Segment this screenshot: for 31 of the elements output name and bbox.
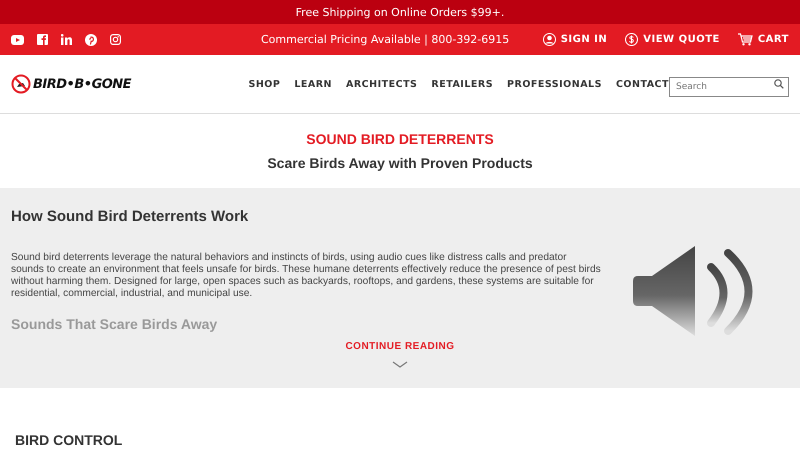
sign-in-link[interactable]: SIGN IN bbox=[542, 33, 608, 46]
view-quote-link[interactable]: VIEW QUOTE bbox=[625, 33, 720, 46]
page-subtitle: Scare Birds Away with Proven Products bbox=[267, 155, 533, 171]
promo-text: Free Shipping on Online Orders $99+. bbox=[296, 6, 504, 18]
user-icon[interactable] bbox=[542, 33, 556, 46]
nav-link[interactable]: CONTACT bbox=[616, 78, 669, 90]
linkedin-icon[interactable] bbox=[61, 34, 72, 45]
search-icon[interactable] bbox=[774, 79, 784, 89]
article-paragraph: Sound bird deterrents leverage the natural behaviors and instincts of birds, using audio cues like distress calls and predator sounds to create an environment that feels unsafe for birds. These humane deterrents effectively reduce the presence of pest birds without harming them. Designed for large, open spaces such as backyards, rooftops, and gardens, these systems are suitable for residential, commercial, industrial, and municipal use. bbox=[11, 252, 601, 300]
nav-link[interactable]: RETAILERS bbox=[431, 78, 494, 90]
cart-icon[interactable] bbox=[738, 33, 753, 46]
video-play-icon[interactable] bbox=[11, 34, 24, 44]
article-heading: How Sound Bird Deterrents Work bbox=[11, 208, 250, 225]
pinterest-icon[interactable] bbox=[85, 34, 97, 46]
dollar-icon[interactable] bbox=[625, 33, 638, 46]
chevron-down-icon[interactable] bbox=[392, 361, 408, 368]
search-field[interactable]: Search bbox=[669, 77, 789, 97]
nav-link[interactable]: PROFESSIONALS bbox=[507, 78, 602, 90]
page-title: SOUND BIRD DETERRENTS bbox=[306, 131, 494, 147]
cart-link[interactable]: CART bbox=[738, 33, 789, 46]
facebook-icon[interactable] bbox=[37, 34, 48, 45]
pricing-phone-text: Commercial Pricing Available | 800-392-6915 bbox=[261, 33, 510, 46]
section-heading: BIRD CONTROL bbox=[15, 432, 124, 448]
faded-heading: Sounds That Scare Birds Away bbox=[11, 316, 218, 332]
nav-link[interactable]: ARCHITECTS bbox=[346, 78, 418, 90]
nav-link[interactable]: LEARN bbox=[294, 78, 332, 90]
continue-reading-link[interactable]: CONTINUE READING bbox=[345, 341, 455, 352]
no-bird-icon bbox=[11, 74, 31, 94]
brand-logo-text[interactable]: BIRD•B•GONE bbox=[33, 76, 132, 92]
nav-link[interactable]: SHOP bbox=[248, 78, 280, 90]
instagram-icon[interactable] bbox=[110, 34, 121, 45]
